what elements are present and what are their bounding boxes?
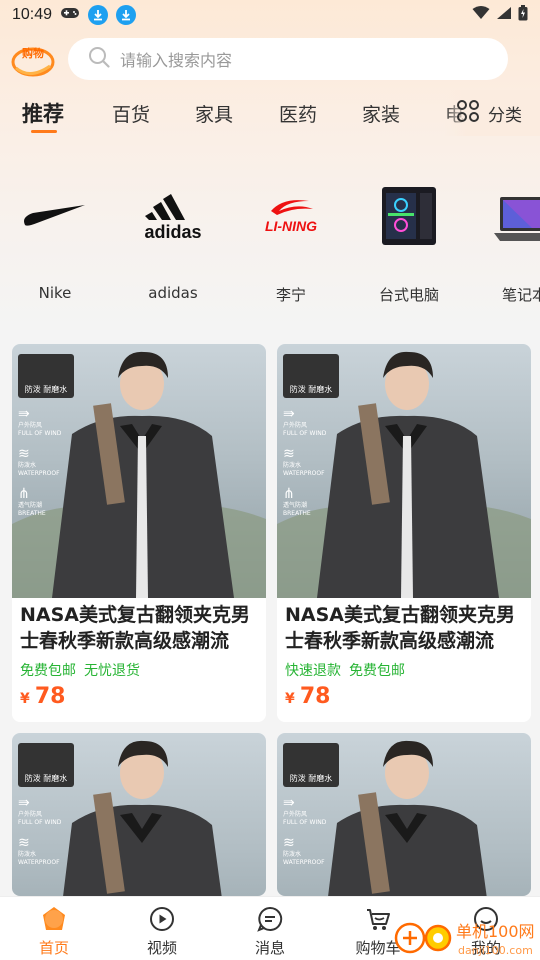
feature-item: ⇛ 户外防风 FULL OF WIND	[18, 406, 62, 437]
feature-badge: 防泼 耐磨水	[283, 354, 339, 398]
feature-badges: 防泼 耐磨水 ⇛ 户外防风 FULL OF WIND ≋ 防泼水 WATERPROOF	[18, 743, 74, 867]
app-logo-icon[interactable]: 购物	[10, 40, 56, 80]
search-placeholder: 请输入搜索内容	[120, 51, 233, 70]
price-currency: ¥	[20, 691, 30, 707]
brand-item-li-ning[interactable]: LI-NING 李宁	[236, 168, 346, 305]
product-card[interactable]: 防泼 耐磨水 ⇛ 户外防风 FULL OF WIND ≋ 防泼水 WATERPROOF …	[12, 344, 266, 722]
nav-video[interactable]: 视频	[132, 905, 192, 958]
tab-furniture[interactable]: 家具	[195, 100, 233, 127]
desktop-pc-icon	[354, 168, 464, 264]
brand-name: adidas	[148, 284, 198, 302]
product-photo: 防泼 耐磨水 ⇛ 户外防风 FULL OF WIND ≋ 防泼水 WATERPROOF	[277, 733, 531, 896]
active-tab-indicator	[31, 130, 57, 133]
brand-name: 台式电脑	[378, 286, 439, 304]
nav-label: 消息	[254, 939, 285, 957]
product-title: NASA美式复古翻领夹克男士春秋季新款高级感潮流	[20, 604, 250, 652]
feature-item: ⋔ 透气防潮 BREATHE	[283, 486, 311, 517]
brand-item-adidas[interactable]: adidas adidas	[118, 168, 228, 302]
tab-home-decor[interactable]: 家装	[362, 100, 400, 127]
product-photo: 防泼 耐磨水 ⇛ 户外防风 FULL OF WIND ≋ 防泼水 WATERPROOF	[12, 733, 266, 896]
brand-name: Nike	[38, 284, 72, 302]
feature-badge: 防泼 耐磨水	[18, 354, 74, 398]
search-input[interactable]: 请输入搜索内容	[68, 38, 508, 80]
status-bar: 10:49	[0, 0, 540, 30]
svg-text:单机100网: 单机100网	[456, 922, 535, 941]
feature-item: ≋ 防泼水 WATERPROOF	[18, 835, 60, 866]
product-title: NASA美式复古翻领夹克男士春秋季新款高级感潮流	[285, 604, 515, 652]
gamepad-icon	[60, 6, 80, 24]
li-ning-logo-icon: LI-NING	[236, 168, 346, 264]
product-card[interactable]: 防泼 耐磨水 ⇛ 户外防风 FULL OF WIND ≋ 防泼水 WATERPROOF	[277, 733, 531, 896]
video-icon	[132, 905, 192, 933]
nike-swoosh-icon	[0, 168, 110, 264]
search-icon	[88, 46, 110, 72]
svg-text:购物: 购物	[22, 46, 44, 60]
all-categories-label: 分类	[488, 105, 522, 126]
site-watermark: 单机100网 danji100.com	[392, 912, 540, 960]
home-icon	[24, 905, 84, 933]
feature-badges: 防泼 耐磨水 ⇛ 户外防风 FULL OF WIND ≋ 防泼水 WATERPROOF …	[18, 354, 74, 518]
feature-badge: 防泼 耐磨水	[18, 743, 74, 787]
product-price: ¥ 78	[12, 682, 266, 709]
battery-icon	[518, 5, 528, 25]
product-price: ¥ 78	[277, 682, 531, 709]
brand-name: 李宁	[275, 286, 306, 304]
product-tag: 无忧退货	[84, 663, 140, 679]
search-row: 购物 请输入搜索内容	[0, 36, 540, 84]
tab-general-goods[interactable]: 百货	[112, 100, 150, 127]
grid-icon	[456, 99, 480, 128]
status-time: 10:49	[12, 6, 53, 23]
laptop-icon	[470, 168, 540, 264]
nav-home[interactable]: 首页	[24, 905, 84, 958]
product-photo: 防泼 耐磨水 ⇛ 户外防风 FULL OF WIND ≋ 防泼水 WATERPROOF …	[12, 344, 266, 598]
feature-item: ≋ 防泼水 WATERPROOF	[283, 835, 325, 866]
nav-messages[interactable]: 消息	[240, 905, 300, 958]
price-value: 78	[299, 684, 331, 709]
svg-text:adidas: adidas	[144, 222, 201, 242]
feature-item: ⇛ 户外防风 FULL OF WIND	[18, 795, 62, 826]
tab-recommend[interactable]: 推荐	[22, 98, 64, 128]
product-tag: 免费包邮	[20, 663, 76, 679]
product-tags: 快速退款 免费包邮	[277, 658, 531, 682]
feature-badges: 防泼 耐磨水 ⇛ 户外防风 FULL OF WIND ≋ 防泼水 WATERPROOF …	[283, 354, 339, 518]
message-icon	[240, 905, 300, 933]
brand-name: 笔记本	[502, 286, 540, 304]
brand-row: Nike adidas adidas LI-NING 李宁 台式电脑 笔记本	[0, 168, 540, 318]
product-card[interactable]: 防泼 耐磨水 ⇛ 户外防风 FULL OF WIND ≋ 防泼水 WATERPROOF	[12, 733, 266, 896]
price-value: 78	[34, 684, 66, 709]
signal-icon	[496, 6, 512, 24]
svg-text:danji100.com: danji100.com	[458, 944, 533, 957]
category-tabs: 推荐 百货 家具 医药 家装 电 分类	[0, 90, 540, 136]
download-icon	[88, 5, 109, 25]
adidas-logo-icon: adidas	[118, 168, 228, 264]
svg-text:LI-NING: LI-NING	[265, 218, 317, 234]
feature-badges: 防泼 耐磨水 ⇛ 户外防风 FULL OF WIND ≋ 防泼水 WATERPROOF	[283, 743, 339, 867]
product-tags: 免费包邮 无忧退货	[12, 658, 266, 682]
feature-item: ≋ 防泼水 WATERPROOF	[283, 446, 325, 477]
download-icon	[116, 5, 137, 25]
feature-item: ≋ 防泼水 WATERPROOF	[18, 446, 60, 477]
brand-item-nike[interactable]: Nike	[0, 168, 110, 302]
nav-label: 首页	[38, 939, 69, 957]
wifi-icon	[472, 6, 490, 24]
brand-item-desktop[interactable]: 台式电脑	[354, 168, 464, 305]
product-photo: 防泼 耐磨水 ⇛ 户外防风 FULL OF WIND ≋ 防泼水 WATERPROOF …	[277, 344, 531, 598]
tab-medicine[interactable]: 医药	[279, 100, 317, 127]
feature-item: ⇛ 户外防风 FULL OF WIND	[283, 406, 327, 437]
feature-item: ⋔ 透气防潮 BREATHE	[18, 486, 46, 517]
nav-label: 视频	[146, 939, 177, 957]
feature-item: ⇛ 户外防风 FULL OF WIND	[283, 795, 327, 826]
product-tag: 免费包邮	[349, 663, 405, 679]
price-currency: ¥	[285, 691, 295, 707]
product-tag: 快速退款	[285, 663, 341, 679]
all-categories-button[interactable]: 分类	[444, 90, 540, 136]
brand-item-laptop[interactable]: 笔记本	[470, 168, 540, 305]
product-card[interactable]: 防泼 耐磨水 ⇛ 户外防风 FULL OF WIND ≋ 防泼水 WATERPROOF …	[277, 344, 531, 722]
feature-badge: 防泼 耐磨水	[283, 743, 339, 787]
